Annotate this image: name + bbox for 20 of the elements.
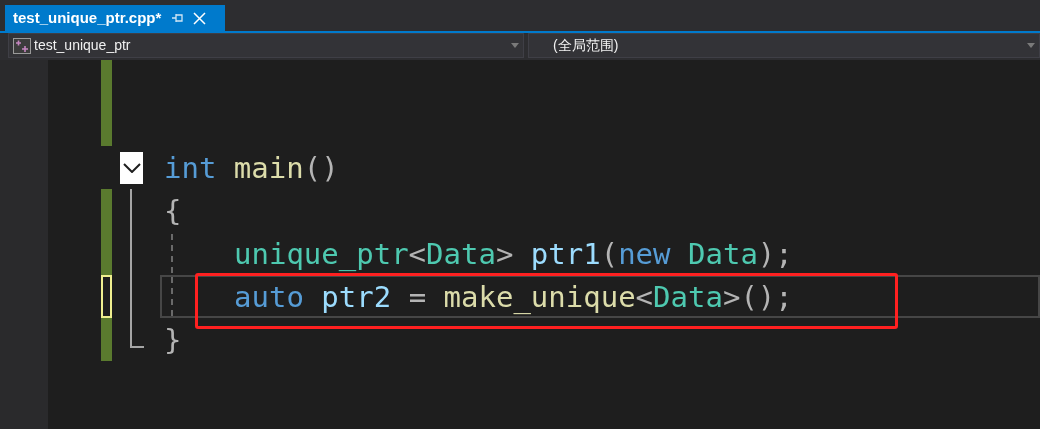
pin-icon[interactable] bbox=[171, 12, 184, 24]
scope-name: (全局范围) bbox=[553, 36, 619, 55]
tab-title: test_unique_ptr.cpp* bbox=[13, 7, 162, 28]
dropdown-arrow-icon bbox=[511, 43, 519, 48]
project-name: test_unique_ptr bbox=[34, 36, 131, 55]
code-line: int main() bbox=[164, 150, 339, 185]
fold-end-line bbox=[130, 318, 144, 348]
file-tab[interactable]: test_unique_ptr.cpp* bbox=[5, 5, 225, 31]
project-icon bbox=[13, 37, 31, 54]
indent-guide bbox=[171, 277, 173, 316]
code-line: unique_ptr<Data> ptr1(new Data); bbox=[234, 236, 793, 271]
code-line: { bbox=[164, 193, 182, 228]
dropdown-arrow-icon bbox=[1027, 43, 1035, 48]
project-dropdown[interactable]: test_unique_ptr bbox=[8, 33, 524, 58]
collapse-icon[interactable] bbox=[120, 151, 143, 184]
code-line: auto ptr2 = make_unique<Data>(); bbox=[234, 279, 793, 314]
scope-dropdown[interactable]: (全局范围) bbox=[528, 33, 1040, 58]
indent-guide bbox=[171, 234, 173, 273]
close-icon[interactable] bbox=[193, 11, 207, 25]
code-line: } bbox=[164, 322, 182, 357]
